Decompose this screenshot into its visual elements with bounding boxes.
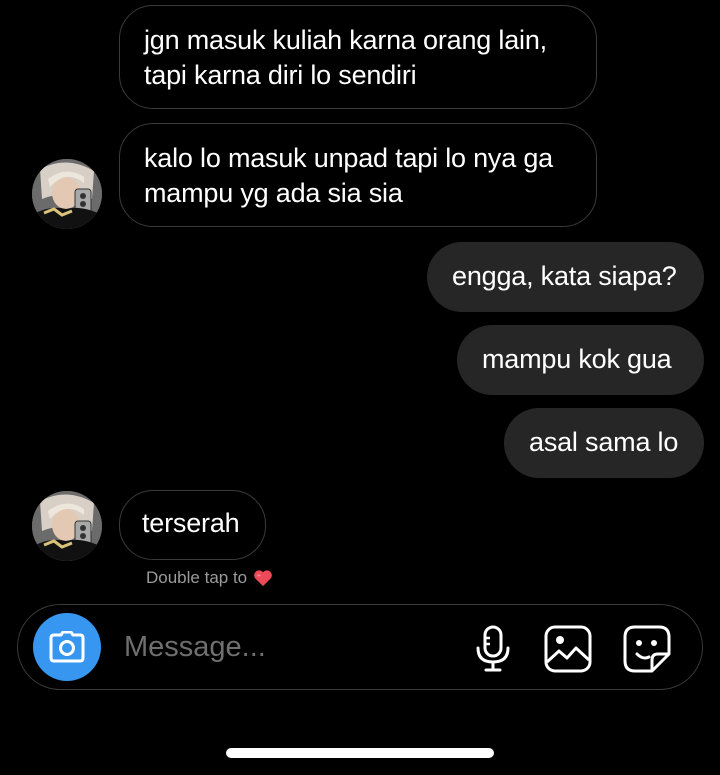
message-text-line: jgn masuk kuliah karna orang lain, bbox=[144, 25, 547, 55]
camera-icon bbox=[49, 631, 85, 663]
camera-button[interactable] bbox=[33, 613, 101, 681]
microphone-icon[interactable] bbox=[468, 624, 518, 674]
message-text: asal sama lo bbox=[529, 427, 679, 457]
dm-thread-screen: jgn masuk kuliah karna orang lain, tapi … bbox=[0, 0, 720, 775]
message-input[interactable] bbox=[124, 629, 454, 665]
message-text: terserah bbox=[142, 508, 240, 538]
message-text: mampu kok gua bbox=[482, 344, 672, 374]
home-indicator[interactable] bbox=[226, 748, 494, 758]
message-bubble-sent[interactable]: asal sama lo bbox=[504, 408, 704, 478]
message-bubble-received[interactable]: kalo lo masuk unpad tapi lo nya ga mampu… bbox=[119, 123, 597, 227]
sender-avatar[interactable] bbox=[32, 159, 102, 229]
sender-avatar[interactable] bbox=[32, 491, 102, 561]
message-composer bbox=[17, 604, 703, 690]
sticker-icon[interactable] bbox=[622, 624, 672, 674]
message-text: engga, kata siapa? bbox=[452, 261, 677, 291]
message-bubble-sent[interactable]: engga, kata siapa? bbox=[427, 242, 704, 312]
double-tap-hint: Double tap to bbox=[146, 568, 273, 588]
message-bubble-sent[interactable]: mampu kok gua bbox=[457, 325, 704, 395]
message-bubble-received[interactable]: terserah bbox=[119, 490, 266, 560]
message-text-line: mampu yg ada sia sia bbox=[144, 178, 403, 208]
message-bubble-received[interactable]: jgn masuk kuliah karna orang lain, tapi … bbox=[119, 5, 597, 109]
heart-emoji-icon bbox=[254, 570, 272, 587]
message-text-line: kalo lo masuk unpad tapi lo nya ga bbox=[144, 143, 553, 173]
gallery-icon[interactable] bbox=[543, 624, 593, 674]
double-tap-text: Double tap to bbox=[146, 568, 248, 587]
message-text-line: tapi karna diri lo sendiri bbox=[144, 60, 417, 90]
